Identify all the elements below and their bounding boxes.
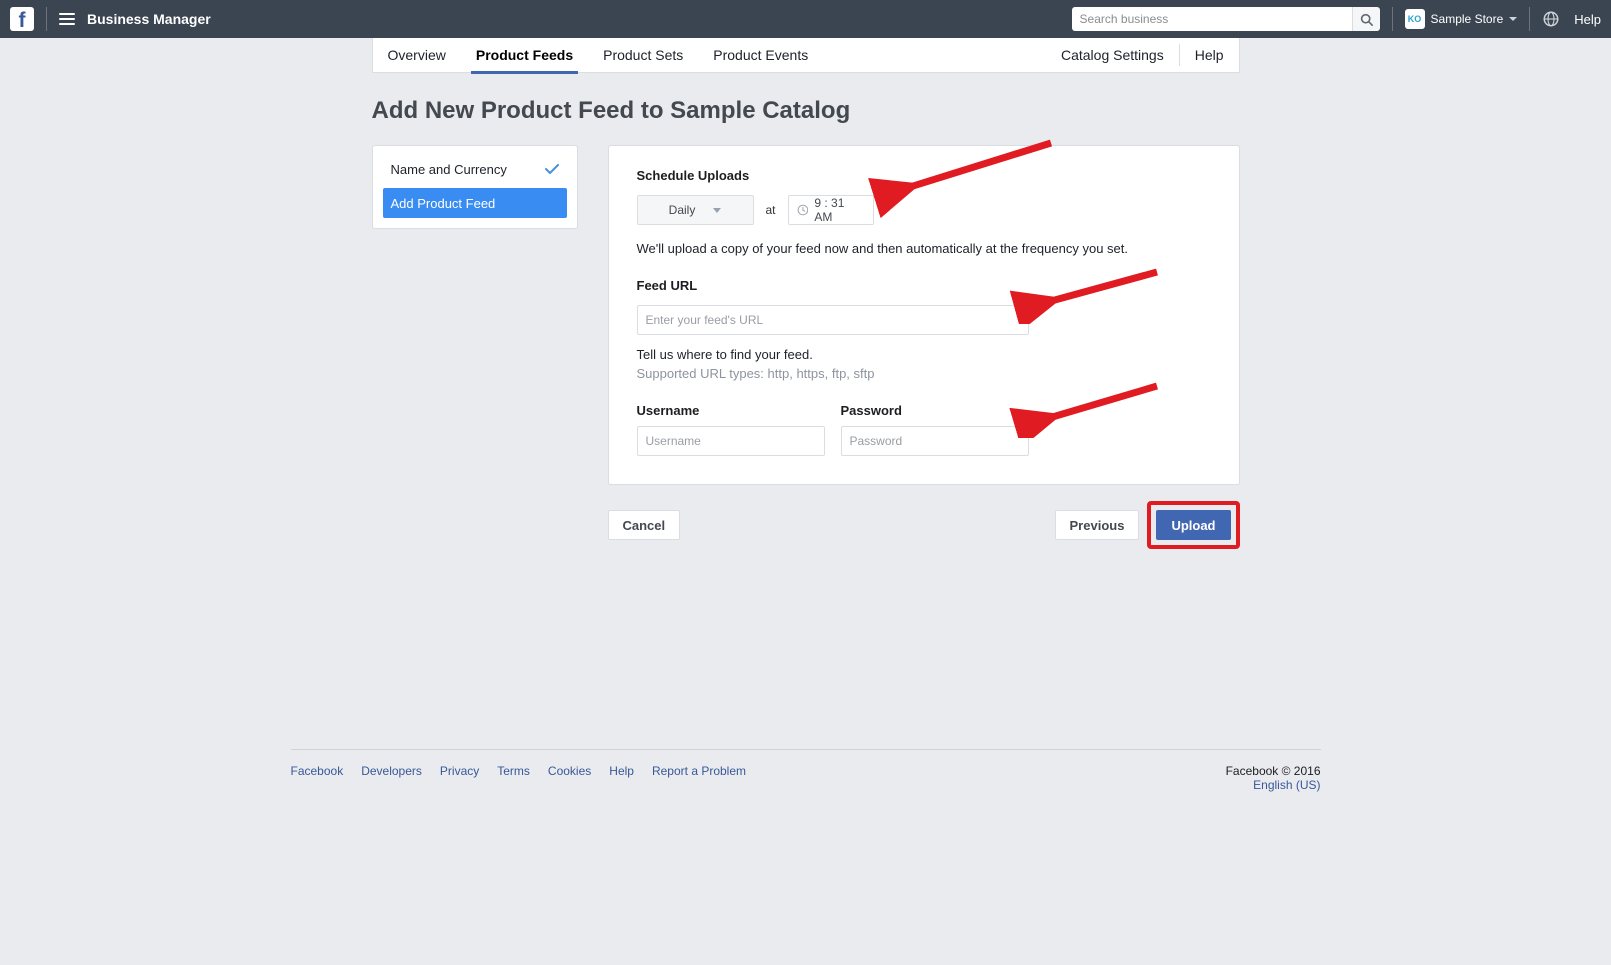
clock-icon — [797, 204, 809, 216]
tab-product-feeds[interactable]: Product Feeds — [461, 38, 588, 73]
tab-product-sets[interactable]: Product Sets — [588, 38, 698, 73]
footer-link-report[interactable]: Report a Problem — [652, 764, 746, 792]
account-name: Sample Store — [1431, 12, 1504, 26]
nav-separator — [1529, 7, 1530, 31]
search-wrap — [1072, 7, 1380, 31]
footer-link-developers[interactable]: Developers — [361, 764, 422, 792]
feed-url-label: Feed URL — [637, 278, 1211, 293]
footer-link-terms[interactable]: Terms — [497, 764, 530, 792]
upload-button[interactable]: Upload — [1156, 510, 1230, 540]
footer-language[interactable]: English (US) — [1226, 778, 1321, 792]
top-nav: f Business Manager KO Sample Store Help — [0, 0, 1611, 38]
frequency-value: Daily — [669, 203, 696, 217]
app-title: Business Manager — [87, 11, 211, 27]
time-input[interactable]: 9 : 31 AM — [788, 195, 874, 225]
upload-highlight-box: Upload — [1147, 501, 1239, 549]
previous-button[interactable]: Previous — [1055, 510, 1140, 540]
wizard-steps: Name and Currency Add Product Feed — [372, 145, 578, 229]
help-link[interactable]: Help — [1574, 12, 1601, 27]
wizard-step-name-currency[interactable]: Name and Currency — [383, 156, 567, 182]
annotation-arrow-icon — [1007, 264, 1167, 324]
nav-separator — [1392, 7, 1393, 31]
product-feed-form: Schedule Uploads Daily at 9 : 31 AM — [608, 145, 1240, 485]
tab-product-events[interactable]: Product Events — [698, 38, 823, 73]
hamburger-icon[interactable] — [59, 13, 75, 25]
checkmark-icon — [545, 164, 559, 175]
form-actions: Cancel Previous Upload — [608, 501, 1240, 549]
nav-separator — [46, 7, 47, 31]
account-switcher[interactable]: KO Sample Store — [1405, 9, 1518, 29]
chevron-down-icon — [713, 208, 721, 213]
feed-url-supported: Supported URL types: http, https, ftp, s… — [637, 366, 1211, 381]
wizard-step-label: Add Product Feed — [391, 196, 496, 211]
catalog-settings-link[interactable]: Catalog Settings — [1046, 47, 1179, 63]
sub-nav: Overview Product Feeds Product Sets Prod… — [372, 38, 1240, 73]
search-button[interactable] — [1352, 7, 1380, 31]
footer-link-privacy[interactable]: Privacy — [440, 764, 479, 792]
cancel-button[interactable]: Cancel — [608, 510, 681, 540]
password-input[interactable] — [841, 426, 1029, 456]
at-label: at — [766, 203, 776, 217]
time-value: 9 : 31 AM — [814, 196, 864, 224]
username-input[interactable] — [637, 426, 825, 456]
wizard-step-label: Name and Currency — [391, 162, 507, 177]
wizard-step-add-product-feed[interactable]: Add Product Feed — [383, 188, 567, 218]
facebook-logo-icon[interactable]: f — [10, 7, 34, 31]
feed-url-hint: Tell us where to find your feed. — [637, 347, 1211, 362]
search-input[interactable] — [1072, 7, 1352, 31]
chevron-down-icon — [1509, 17, 1517, 22]
page-title: Add New Product Feed to Sample Catalog — [372, 97, 1240, 125]
search-icon — [1360, 13, 1373, 26]
footer-links: Facebook Developers Privacy Terms Cookie… — [291, 764, 747, 792]
username-label: Username — [637, 403, 825, 418]
feed-url-input[interactable] — [637, 305, 1029, 335]
footer-link-help[interactable]: Help — [609, 764, 634, 792]
footer-copyright: Facebook © 2016 — [1226, 764, 1321, 778]
password-label: Password — [841, 403, 1029, 418]
schedule-hint: We'll upload a copy of your feed now and… — [637, 241, 1211, 256]
footer-link-facebook[interactable]: Facebook — [291, 764, 344, 792]
account-badge: KO — [1405, 9, 1425, 29]
frequency-select[interactable]: Daily — [637, 195, 754, 225]
tab-overview[interactable]: Overview — [373, 38, 461, 73]
subnav-help-link[interactable]: Help — [1180, 47, 1239, 63]
notifications-globe-icon[interactable] — [1542, 10, 1560, 28]
schedule-uploads-label: Schedule Uploads — [637, 168, 1211, 183]
footer-link-cookies[interactable]: Cookies — [548, 764, 591, 792]
page-footer: Facebook Developers Privacy Terms Cookie… — [291, 749, 1321, 832]
